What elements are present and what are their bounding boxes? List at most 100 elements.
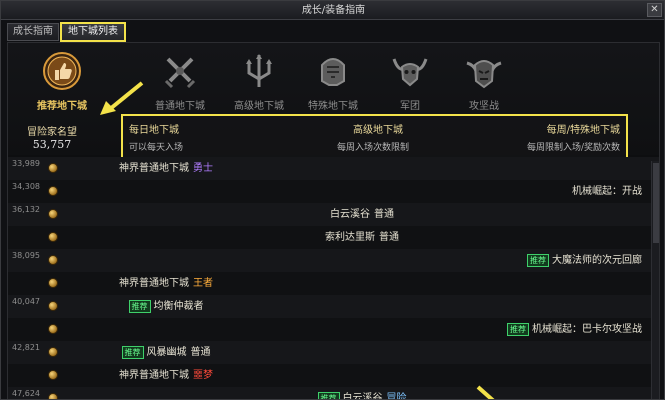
dungeon-entry[interactable]: 索利达里斯 普通 [264, 226, 460, 249]
dungeon-entry[interactable]: 白云溪谷 普通 [264, 203, 460, 226]
window-titlebar: 成长/装备指南 ✕ [1, 1, 664, 20]
legend-daily: 每日地下城 可以每天入场 [129, 121, 183, 153]
dungeon-category-header: 推荐地下城 普通地下城 高级地下城 特殊地下城 军团 攻坚战 冒险家名望 53,… [8, 43, 659, 160]
legend-weekly-desc: 每周限制入场/奖励次数 [526, 143, 620, 153]
pointer-arrow-icon [100, 81, 144, 115]
rail-bead-icon [48, 232, 58, 242]
rail-bead-icon [48, 255, 58, 265]
category-label: 普通地下城 [155, 101, 205, 112]
category-special[interactable]: 特殊地下城 [293, 51, 373, 112]
rail-bead-icon [48, 186, 58, 196]
category-label: 攻坚战 [469, 101, 499, 112]
recommend-badge: 推荐 [507, 323, 529, 336]
legend-daily-title: 每日地下城 [129, 125, 179, 136]
dungeon-name: 白云溪谷 [342, 393, 383, 400]
table-row[interactable]: 34,308 机械崛起：开战 [8, 180, 659, 203]
reputation-title: 冒险家名望 [27, 127, 77, 138]
dungeon-name: 神界普通地下城 [119, 278, 189, 289]
close-button[interactable]: ✕ [647, 3, 662, 17]
horned-skull-icon [390, 51, 430, 91]
table-row[interactable]: 神界普通地下城 噩梦 [8, 364, 659, 387]
dungeon-entry[interactable]: 推荐 均衡仲裁者 [68, 295, 264, 318]
category-label: 军团 [400, 101, 420, 112]
recommend-badge: 推荐 [128, 300, 151, 313]
pointer-arrow-icon [476, 385, 495, 399]
table-row[interactable]: 索利达里斯 普通 [8, 226, 659, 249]
reputation-threshold: 34,308 [12, 182, 40, 191]
dungeon-name: 神界普通地下城 [119, 163, 189, 174]
dungeon-entry[interactable]: 神界普通地下城 勇士 [68, 157, 264, 180]
reputation-threshold: 40,047 [12, 297, 40, 306]
difficulty-label: 噩梦 [193, 370, 213, 381]
dungeon-entry[interactable]: 推荐 大魔法师的次元回廊 [527, 249, 642, 272]
recommend-badge: 推荐 [527, 254, 549, 267]
demon-helm-icon [464, 51, 504, 91]
dungeon-name: 风暴幽城 [146, 347, 187, 358]
table-row[interactable]: 36,132 白云溪谷 普通 [8, 203, 659, 226]
table-row[interactable]: 推荐 机械崛起：巴卡尔攻坚战 [8, 318, 659, 341]
tab-dungeon-list[interactable]: 地下城列表 [60, 22, 126, 42]
table-row[interactable]: 47,624 推荐 白云溪谷 冒险 [8, 387, 659, 400]
difficulty-label: 王者 [193, 278, 213, 289]
category-normal[interactable]: 普通地下城 [140, 51, 220, 112]
tab-growth-guide[interactable]: 成长指南 [7, 23, 59, 41]
category-legion[interactable]: 军团 [370, 51, 450, 112]
legend-advanced: 高级地下城 每周入场次数限制 [313, 121, 433, 153]
dungeon-name: 索利达里斯 [325, 232, 375, 243]
legend-advanced-desc: 每周入场次数限制 [336, 143, 409, 153]
reputation-value: 53,757 [32, 138, 72, 151]
reputation-threshold: 42,821 [12, 343, 40, 352]
reputation-threshold: 36,132 [12, 205, 40, 214]
rail-bead-icon [48, 370, 58, 380]
growth-guide-window: 成长/装备指南 ✕ 成长指南 地下城列表 推荐地下城 普通地下城 高级地下城 特… [0, 0, 665, 400]
dungeon-name: 机械崛起：巴卡尔攻坚战 [532, 324, 642, 335]
reputation-threshold: 47,624 [12, 389, 40, 398]
crossed-swords-icon [160, 51, 200, 91]
table-row[interactable]: 40,047 推荐 均衡仲裁者 [8, 295, 659, 318]
dungeon-entry[interactable]: 推荐 机械崛起：巴卡尔攻坚战 [507, 318, 642, 341]
helmet-icon [313, 51, 353, 91]
rail-bead-icon [48, 163, 58, 173]
rail-bead-icon [48, 278, 58, 288]
table-row[interactable]: 神界普通地下城 王者 [8, 272, 659, 295]
rail-bead-icon [48, 324, 58, 334]
category-recommended[interactable]: 推荐地下城 [22, 51, 102, 112]
close-icon: ✕ [650, 4, 659, 15]
legend-daily-desc: 可以每天入场 [129, 143, 184, 153]
dungeon-entry[interactable]: 推荐 白云溪谷 冒险 [264, 387, 460, 400]
dungeon-table: 33,989 神界普通地下城 勇士 34,308 机械崛起：开战 36,132 白云溪谷 普通… [8, 157, 659, 400]
difficulty-label: 普通 [374, 209, 394, 220]
dungeon-name: 神界普通地下城 [119, 370, 189, 381]
reputation-threshold: 38,095 [12, 251, 40, 260]
scrollbar-thumb[interactable] [653, 163, 659, 243]
trident-icon [239, 51, 279, 91]
difficulty-label: 普通 [190, 347, 211, 358]
recommend-badge: 推荐 [121, 346, 144, 359]
difficulty-label: 普通 [379, 232, 399, 243]
legend-weekly: 每周/特殊地下城 每周限制入场/奖励次数 [527, 121, 620, 153]
adventurer-reputation: 冒险家名望 53,757 [12, 123, 92, 151]
scrollbar[interactable] [651, 161, 659, 399]
category-raid[interactable]: 攻坚战 [444, 51, 524, 112]
difficulty-label: 勇士 [193, 163, 213, 174]
table-row[interactable]: 38,095 推荐 大魔法师的次元回廊 [8, 249, 659, 272]
dungeon-entry[interactable]: 神界普通地下城 王者 [68, 272, 264, 295]
table-row[interactable]: 42,821 推荐 风暴幽城 普通 [8, 341, 659, 364]
recommend-badge: 推荐 [317, 392, 340, 399]
dungeon-entry[interactable]: 机械崛起：开战 [572, 180, 642, 203]
reputation-threshold: 33,989 [12, 159, 40, 168]
table-row[interactable]: 33,989 神界普通地下城 勇士 [8, 157, 659, 180]
dungeon-name: 机械崛起：开战 [572, 186, 642, 197]
difficulty-label: 冒险 [386, 393, 407, 400]
rail-bead-icon [48, 301, 58, 311]
rail-bead-icon [48, 393, 58, 399]
thumbs-up-icon [42, 51, 82, 91]
dungeon-name: 白云溪谷 [330, 209, 370, 220]
window-title: 成长/装备指南 [301, 5, 366, 16]
dungeon-entry[interactable]: 神界普通地下城 噩梦 [68, 364, 264, 387]
dungeon-entry[interactable]: 推荐 风暴幽城 普通 [68, 341, 264, 364]
dungeon-list-panel: 推荐地下城 普通地下城 高级地下城 特殊地下城 军团 攻坚战 冒险家名望 53,… [7, 42, 660, 400]
rail-bead-icon [48, 209, 58, 219]
category-advanced[interactable]: 高级地下城 [219, 51, 299, 112]
dungeon-type-legend: 每日地下城 可以每天入场 高级地下城 每周入场次数限制 每周/特殊地下城 每周限… [121, 114, 628, 160]
